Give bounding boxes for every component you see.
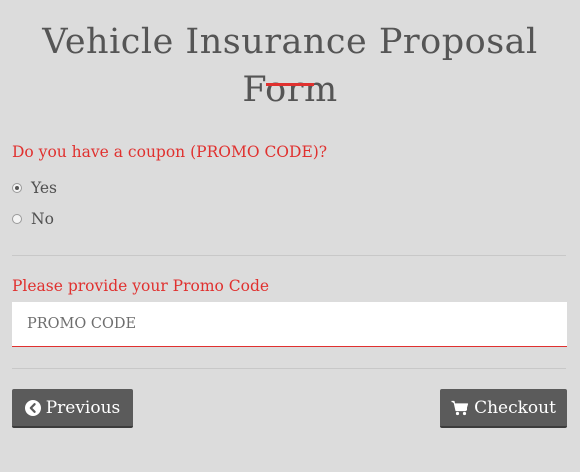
previous-button[interactable]: Previous — [12, 389, 133, 428]
coupon-question: Do you have a coupon (PROMO CODE)? — [12, 143, 328, 161]
coupon-option-yes[interactable]: Yes — [12, 177, 57, 199]
previous-button-label: Previous — [45, 397, 121, 418]
yes-radio[interactable] — [12, 183, 22, 193]
proposal-form-page: Vehicle Insurance Proposal Form Do you h… — [0, 0, 580, 472]
section-divider — [12, 255, 566, 256]
chevron-circle-left-icon — [24, 399, 41, 416]
promo-code-label: Please provide your Promo Code — [12, 277, 270, 295]
checkout-button[interactable]: Checkout — [440, 389, 567, 428]
page-title: Vehicle Insurance Proposal Form — [42, 22, 538, 110]
checkout-button-label: Checkout — [474, 397, 556, 418]
promo-code-input[interactable] — [12, 302, 567, 347]
yes-label: Yes — [31, 179, 58, 197]
coupon-option-no[interactable]: No — [12, 208, 54, 230]
footer-divider — [12, 368, 566, 369]
title-underline — [266, 83, 314, 86]
no-radio[interactable] — [12, 214, 22, 224]
shopping-cart-icon — [451, 400, 469, 416]
no-label: No — [31, 210, 54, 228]
